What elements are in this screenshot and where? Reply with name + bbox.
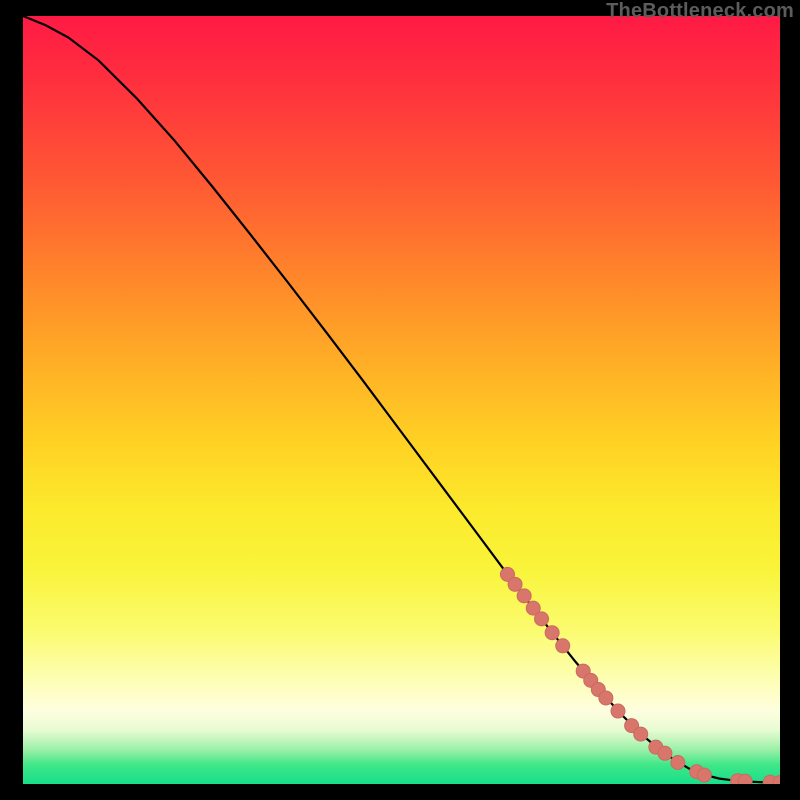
plot-area [23, 16, 780, 784]
data-point-marker [671, 756, 685, 770]
data-point-marker [697, 768, 711, 782]
data-point-marker [545, 626, 559, 640]
data-point-marker [508, 577, 522, 591]
data-point-marker [658, 746, 672, 760]
chart-svg [23, 16, 780, 784]
chart-stage: TheBottleneck.com [0, 0, 800, 800]
data-point-marker [556, 639, 570, 653]
data-point-marker [599, 691, 613, 705]
data-point-marker [738, 774, 752, 784]
watermark-text: TheBottleneck.com [606, 0, 794, 23]
data-point-marker [611, 704, 625, 718]
marker-group [500, 567, 780, 784]
data-point-marker [535, 612, 549, 626]
curve-path [23, 16, 780, 782]
data-point-marker [634, 727, 648, 741]
data-point-marker [517, 589, 531, 603]
